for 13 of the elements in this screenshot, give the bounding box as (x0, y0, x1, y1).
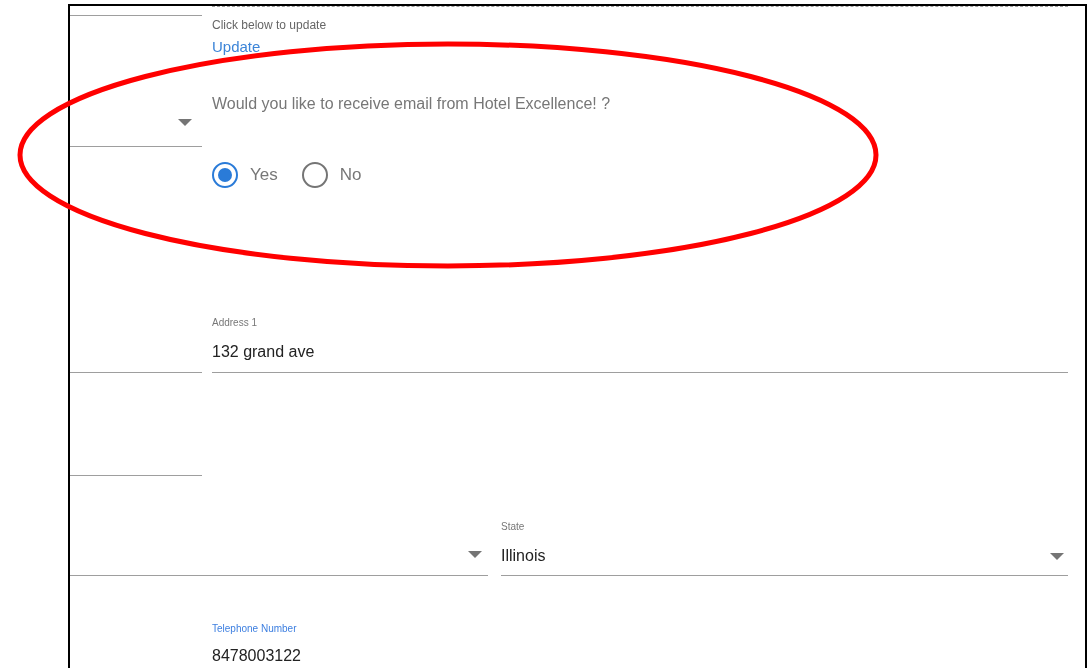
radio-button[interactable] (301, 162, 328, 188)
update-hint: Click below to update (212, 18, 327, 32)
radio-button[interactable] (212, 162, 238, 188)
state-value: Illinois (501, 546, 546, 566)
caret-icon (1050, 552, 1064, 560)
state-dropdown[interactable]: State Illinois (501, 476, 1068, 576)
update-link[interactable]: Update (212, 38, 261, 56)
radio-label: No (339, 164, 362, 187)
email-question: Would you like to receive email from Hotel Excellence! ? (212, 94, 611, 114)
caret-icon (178, 119, 192, 126)
telephone-field[interactable]: Telephone Number 8478003122 (212, 622, 301, 666)
caret-icon (468, 551, 482, 558)
radio-label: Yes (250, 164, 278, 187)
